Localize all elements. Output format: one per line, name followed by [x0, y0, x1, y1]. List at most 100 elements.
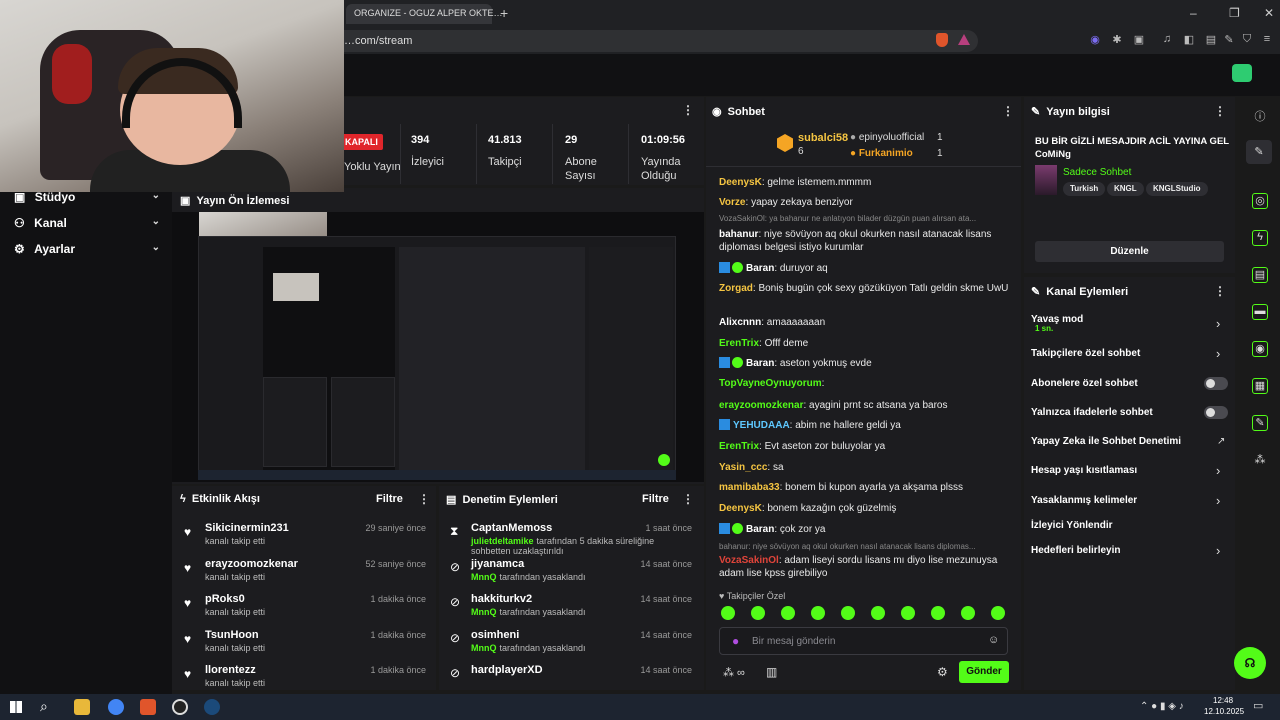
extensions-icon[interactable]: ✱ [1110, 33, 1124, 47]
points-icon[interactable]: ⁂ ∞ [723, 666, 745, 679]
emote-icon[interactable] [901, 606, 915, 620]
sidebar-toggle-icon[interactable]: ◧ [1182, 33, 1196, 47]
chat-username[interactable]: Vorze [719, 197, 746, 208]
screenshot-icon[interactable]: ▣ [1132, 33, 1146, 47]
media-icon[interactable]: ♫ [1160, 33, 1174, 47]
brave-rewards-icon[interactable] [958, 34, 970, 45]
emoji-icon[interactable]: ☺ [988, 634, 999, 646]
chat-message[interactable]: ErenTrix: Evt aseton zor buluyolar ya [719, 440, 1009, 453]
chat-message[interactable]: Zorgad: Boniş bugün çok sexy gözüküyon T… [719, 282, 1009, 295]
chevron-right-icon[interactable]: › [1216, 463, 1220, 478]
chat-message[interactable]: DeenysK: gelme istemem.mmmm [719, 176, 1009, 189]
edit-button[interactable]: Düzenle [1035, 241, 1224, 262]
moderation-filter-button[interactable]: Filtre [642, 493, 669, 505]
chat-message[interactable]: Yasin_ccc: sa [719, 461, 1009, 474]
chat-username[interactable]: Baran [746, 524, 774, 535]
chat-username[interactable]: VozaSakinOl [719, 555, 779, 566]
channel-actions-more-icon[interactable]: ⋮ [1214, 284, 1226, 298]
send-button[interactable]: Gönder [959, 661, 1009, 683]
emote-icon[interactable] [931, 606, 945, 620]
chat-username[interactable]: Yasin_ccc [719, 462, 767, 473]
emote-icon[interactable] [961, 606, 975, 620]
list-item[interactable]: ⊘ osimheni MnnQ tarafından yasaklandı 14 saa… [446, 628, 698, 662]
external-link-icon[interactable]: ↗ [1217, 436, 1225, 447]
emote-icon[interactable] [991, 606, 1005, 620]
file-explorer-icon[interactable] [74, 699, 90, 715]
chat-message[interactable]: erayzoomozkenar: ayagini prnt sc atsana … [719, 399, 1009, 412]
leader-2[interactable]: ● Furkanimio [850, 148, 913, 159]
chat-username[interactable]: mamibaba33 [719, 482, 780, 493]
maximize-icon[interactable]: ❐ [1229, 6, 1240, 20]
steam-icon[interactable] [204, 699, 220, 715]
bolt-icon[interactable]: ϟ [1252, 230, 1268, 246]
chat-message[interactable]: mamibaba33: bonem bi kupon ayarla ya akş… [719, 481, 1009, 494]
redirect-viewers-row[interactable]: İzleyici Yönlendir [1031, 520, 1113, 531]
camera-icon[interactable]: ◎ [1252, 193, 1268, 209]
chat-username[interactable]: TopVayneOynuyorum [719, 378, 822, 389]
sidebar-item-settings[interactable]: ⚙ Ayarlar ⌄ [14, 242, 160, 256]
chat-username[interactable]: Baran [746, 358, 774, 369]
activity-filter-button[interactable]: Filtre [376, 493, 403, 505]
search-icon[interactable]: ⌕ [40, 698, 48, 715]
chat-username[interactable]: DeenysK [719, 177, 762, 188]
list-item[interactable]: ⊘ jiyanamca MnnQ tarafından yasaklandı 14 sa… [446, 557, 698, 591]
browser-tab[interactable]: ORGANIZE - OGUZ ALPER OKTE… [346, 4, 503, 24]
ai-moderation-row[interactable]: Yapay Zeka ile Sohbet Denetimi [1031, 436, 1181, 447]
wrench-icon[interactable]: ✎ [1252, 415, 1268, 431]
chat-message[interactable]: YEHUDAAA: abim ne hallere geldi ya [719, 419, 1009, 432]
info-icon[interactable]: ⓘ [1252, 108, 1268, 124]
emote-icon[interactable] [811, 606, 825, 620]
chevron-right-icon[interactable]: › [1216, 346, 1220, 361]
minimize-icon[interactable]: – [1190, 6, 1197, 20]
chat-username[interactable]: bahanur [719, 229, 758, 240]
notification-icon[interactable]: ▭ [1253, 699, 1263, 712]
obs-icon[interactable] [172, 699, 188, 715]
menu-icon[interactable]: ≡ [1260, 33, 1274, 47]
chat-message[interactable]: Vorze: yapay zekaya benziyor [719, 196, 1009, 209]
list-item[interactable]: ⊘ hardplayerXD 14 saat önce [446, 663, 698, 697]
broadcast-icon[interactable]: ◉ [1252, 341, 1268, 357]
close-icon[interactable]: ✕ [1264, 6, 1274, 20]
chat-username[interactable]: Baran [746, 263, 774, 274]
account-age-row[interactable]: Hesap yaşı kısıtlaması [1031, 465, 1137, 476]
list-item[interactable]: ♥ llorentezz kanalı takip etti 1 dakika önc… [180, 663, 430, 695]
document-icon[interactable]: ▤ [1252, 267, 1268, 283]
wallet-icon[interactable]: ▤ [1204, 33, 1218, 47]
tag[interactable]: KNGL [1107, 182, 1144, 196]
tray-icons[interactable]: ⌃ ● ▮ ◈ ♪ [1140, 701, 1184, 712]
brave-icon[interactable] [140, 699, 156, 715]
tag[interactable]: KNGLStudio [1146, 182, 1208, 196]
chat-settings-icon[interactable]: ⚙ [937, 665, 948, 679]
subs-only-toggle[interactable] [1204, 377, 1228, 390]
category-name[interactable]: Sadece Sohbet [1063, 167, 1131, 178]
leader-1[interactable]: ● epinyoluofficial [850, 132, 924, 143]
emotes-only-toggle[interactable] [1204, 406, 1228, 419]
list-item[interactable]: ♥ TsunHoon kanalı takip etti 1 dakika önce [180, 628, 430, 660]
extension-icon-1[interactable]: ◉ [1088, 33, 1102, 47]
layout-icon[interactable]: ▦ [1252, 378, 1268, 394]
chevron-right-icon[interactable]: › [1216, 316, 1220, 331]
chat-username[interactable]: Zorgad [719, 283, 753, 294]
chat-message[interactable]: Baran: çok zor ya [719, 523, 1009, 536]
emote-icon[interactable] [841, 606, 855, 620]
activity-more-icon[interactable]: ⋮ [418, 492, 430, 506]
stats-more-icon[interactable]: ⋮ [682, 103, 694, 117]
list-item[interactable]: ♥ pRoks0 kanalı takip etti 1 dakika önce [180, 592, 430, 624]
list-item[interactable]: ♥ Sikicinermin231 kanalı takip etti 29 sani… [180, 521, 430, 553]
sidebar-item-studio[interactable]: ▣ Stüdyo ⌄ [14, 190, 160, 204]
chevron-right-icon[interactable]: › [1216, 543, 1220, 558]
chat-message[interactable]: ErenTrix: Offf deme [719, 337, 1009, 350]
windows-start-icon[interactable] [10, 701, 22, 713]
emote-icon[interactable] [871, 606, 885, 620]
top-gifter-name[interactable]: subalci58 [798, 132, 848, 144]
chat-more-icon[interactable]: ⋮ [1002, 104, 1014, 118]
vpn-icon[interactable]: ⛉ [1240, 33, 1254, 47]
emote-icon[interactable] [721, 606, 735, 620]
sidebar-item-channel[interactable]: ⚇ Kanal ⌄ [14, 216, 160, 230]
chat-username[interactable]: Alixcnnn [719, 317, 761, 328]
info-more-icon[interactable]: ⋮ [1214, 104, 1226, 118]
chat-username[interactable]: ErenTrix [719, 441, 759, 452]
mic-icon[interactable]: ● [732, 634, 739, 648]
kick-logo-icon[interactable] [1232, 64, 1252, 82]
tag[interactable]: Turkish [1063, 182, 1106, 196]
